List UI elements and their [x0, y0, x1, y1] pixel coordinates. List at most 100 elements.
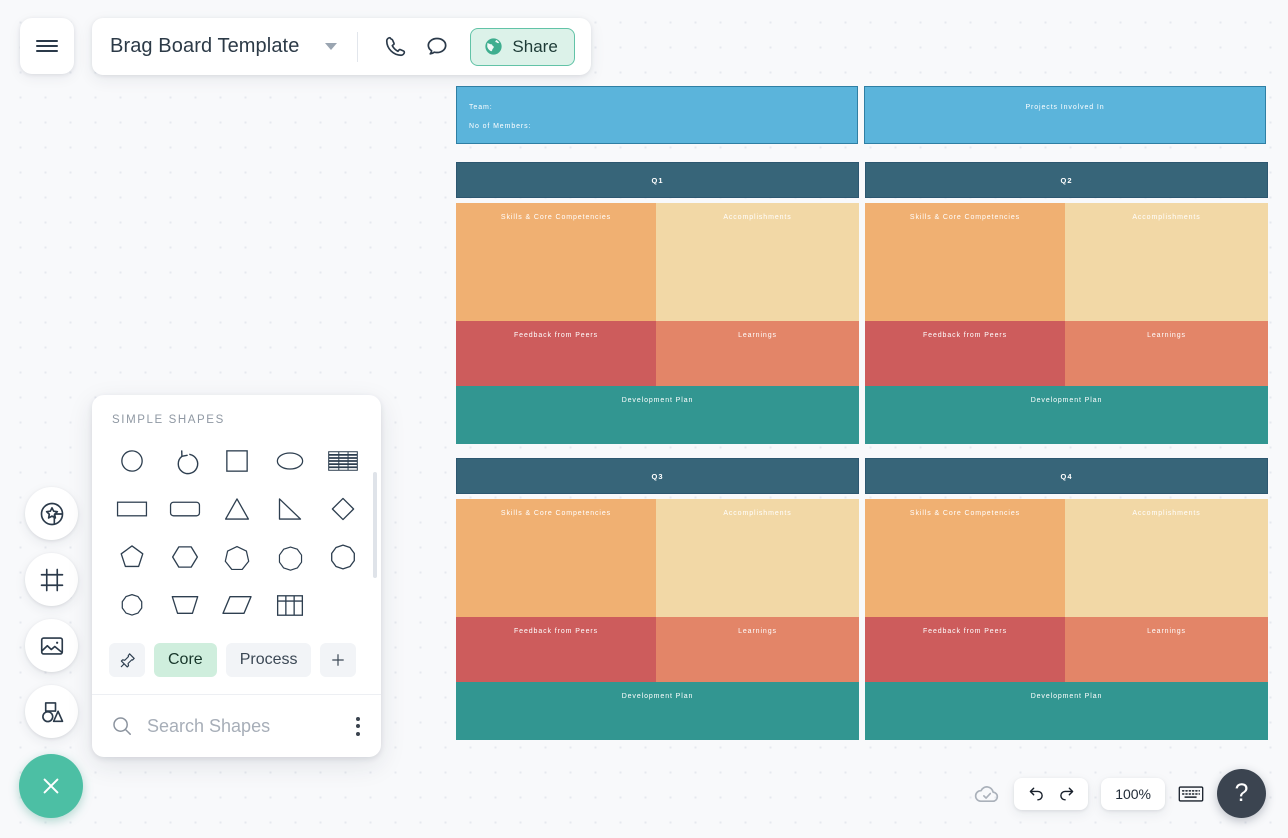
comment-button[interactable]	[416, 26, 458, 68]
hamburger-menu-button[interactable]	[20, 18, 74, 74]
cell-learnings-q2[interactable]: Learnings	[1065, 321, 1268, 386]
shape-ellipse[interactable]	[264, 438, 317, 484]
cell-feedback-q4[interactable]: Feedback from Peers	[865, 617, 1065, 682]
shape-rectangle[interactable]	[106, 486, 159, 532]
pin-icon	[120, 652, 135, 668]
shape-diamond[interactable]	[316, 486, 369, 532]
zoom-level-button[interactable]: 100%	[1101, 777, 1165, 810]
cell-skills-q4[interactable]: Skills & Core Competencies	[865, 499, 1065, 617]
shape-grid-table[interactable]	[264, 582, 317, 628]
shape-decagon[interactable]	[316, 534, 369, 580]
quarter-title-q2[interactable]: Q2	[865, 162, 1268, 198]
cell-accomplishments-q2[interactable]: Accomplishments	[1065, 203, 1268, 321]
cell-learnings-q4[interactable]: Learnings	[1065, 617, 1268, 682]
search-icon	[113, 717, 131, 735]
close-panel-fab[interactable]	[19, 754, 83, 818]
shapes-scrollbar[interactable]	[373, 472, 377, 578]
shape-right-triangle[interactable]	[264, 486, 317, 532]
cell-learnings-q1[interactable]: Learnings	[656, 321, 859, 386]
sidebar-item-shapes[interactable]	[25, 685, 78, 738]
sidebar-item-stickers[interactable]	[25, 487, 78, 540]
table-striped-icon	[327, 451, 358, 471]
shape-pentagon[interactable]	[106, 534, 159, 580]
heptagon-icon	[225, 545, 250, 571]
cell-learnings-q3[interactable]: Learnings	[656, 617, 859, 682]
nonagon-icon	[278, 545, 302, 571]
left-tool-rail	[25, 487, 78, 738]
image-icon	[40, 636, 63, 655]
shape-table-striped[interactable]	[316, 438, 369, 484]
shape-library-tabs: Core Process	[92, 628, 381, 695]
trapezoid-icon	[171, 596, 199, 614]
board-team-cell[interactable]: Team: No of Members:	[456, 86, 858, 144]
cell-skills-q1[interactable]: Skills & Core Competencies	[456, 203, 656, 321]
kebab-menu-icon[interactable]	[352, 711, 364, 742]
bottom-toolbar: 100% ?	[973, 769, 1266, 818]
cell-feedback-q2[interactable]: Feedback from Peers	[865, 321, 1065, 386]
cell-skills-q2[interactable]: Skills & Core Competencies	[865, 203, 1065, 321]
projects-label: Projects Involved In	[1025, 104, 1105, 111]
board-header-row: Team: No of Members: Projects Involved I…	[456, 86, 1266, 144]
decagon-icon	[121, 594, 143, 616]
search-input[interactable]: Search Shapes	[147, 716, 339, 737]
quarter-row-1: Q1 Skills & Core Competencies Accomplish…	[456, 162, 1268, 444]
undo-button[interactable]	[1023, 781, 1049, 807]
call-button[interactable]	[374, 26, 416, 68]
tab-add[interactable]	[320, 643, 357, 677]
cell-development-q4[interactable]: Development Plan	[865, 682, 1268, 740]
share-button[interactable]: Share	[470, 27, 575, 66]
sidebar-item-images[interactable]	[25, 619, 78, 672]
board-projects-cell[interactable]: Projects Involved In	[864, 86, 1266, 144]
save-status-button[interactable]	[973, 780, 1001, 808]
shape-parallelogram[interactable]	[211, 582, 264, 628]
parallelogram-icon	[222, 596, 253, 614]
tab-core[interactable]: Core	[154, 643, 217, 677]
sticker-star-icon	[40, 502, 63, 525]
quarter-q1: Q1 Skills & Core Competencies Accomplish…	[456, 162, 859, 444]
quarter-title-q4[interactable]: Q4	[865, 458, 1268, 494]
shape-rounded-rectangle[interactable]	[159, 486, 212, 532]
redo-button[interactable]	[1053, 781, 1079, 807]
shape-heptagon[interactable]	[211, 534, 264, 580]
sidebar-item-frames[interactable]	[25, 553, 78, 606]
right-triangle-icon	[278, 498, 302, 520]
top-toolbar: Brag Board Template Share	[92, 18, 591, 75]
globe-icon	[485, 38, 503, 55]
shape-circle[interactable]	[106, 438, 159, 484]
quarter-title-q3[interactable]: Q3	[456, 458, 859, 494]
shape-triangle[interactable]	[211, 486, 264, 532]
cell-feedback-q1[interactable]: Feedback from Peers	[456, 321, 656, 386]
chevron-down-icon[interactable]	[325, 43, 338, 50]
cell-development-q2[interactable]: Development Plan	[865, 386, 1268, 444]
tab-pinned[interactable]	[109, 643, 145, 677]
cell-accomplishments-q4[interactable]: Accomplishments	[1065, 499, 1268, 617]
cell-skills-q3[interactable]: Skills & Core Competencies	[456, 499, 656, 617]
tab-process[interactable]: Process	[225, 643, 312, 677]
undo-icon	[1029, 787, 1043, 801]
cloud-check-icon	[975, 785, 999, 802]
tab-process-label: Process	[239, 651, 298, 668]
cell-feedback-q3[interactable]: Feedback from Peers	[456, 617, 656, 682]
shape-trapezoid[interactable]	[159, 582, 212, 628]
document-title[interactable]: Brag Board Template	[110, 35, 299, 58]
cell-accomplishments-q1[interactable]: Accomplishments	[656, 203, 859, 321]
shape-square[interactable]	[211, 438, 264, 484]
cell-accomplishments-q3[interactable]: Accomplishments	[656, 499, 859, 617]
cell-development-q3[interactable]: Development Plan	[456, 682, 859, 740]
shape-nonagon[interactable]	[264, 534, 317, 580]
keyboard-shortcuts-button[interactable]	[1178, 784, 1204, 804]
arc-arrow-icon	[177, 450, 199, 475]
cell-development-q1[interactable]: Development Plan	[456, 386, 859, 444]
ellipse-icon	[276, 452, 304, 470]
quarter-title-q1[interactable]: Q1	[456, 162, 859, 198]
shape-hexagon[interactable]	[159, 534, 212, 580]
shape-arc-arrow[interactable]	[159, 438, 212, 484]
share-button-label: Share	[512, 36, 558, 56]
shape-decagon-2[interactable]	[106, 582, 159, 628]
circle-icon	[121, 450, 144, 472]
decagon-icon	[330, 544, 355, 570]
shapes-scroll-area	[92, 438, 381, 628]
grid-table-icon	[277, 594, 304, 616]
help-button[interactable]: ?	[1217, 769, 1266, 818]
app-root: Brag Board Template Share SIMPLE SHAPES …	[0, 0, 1288, 838]
